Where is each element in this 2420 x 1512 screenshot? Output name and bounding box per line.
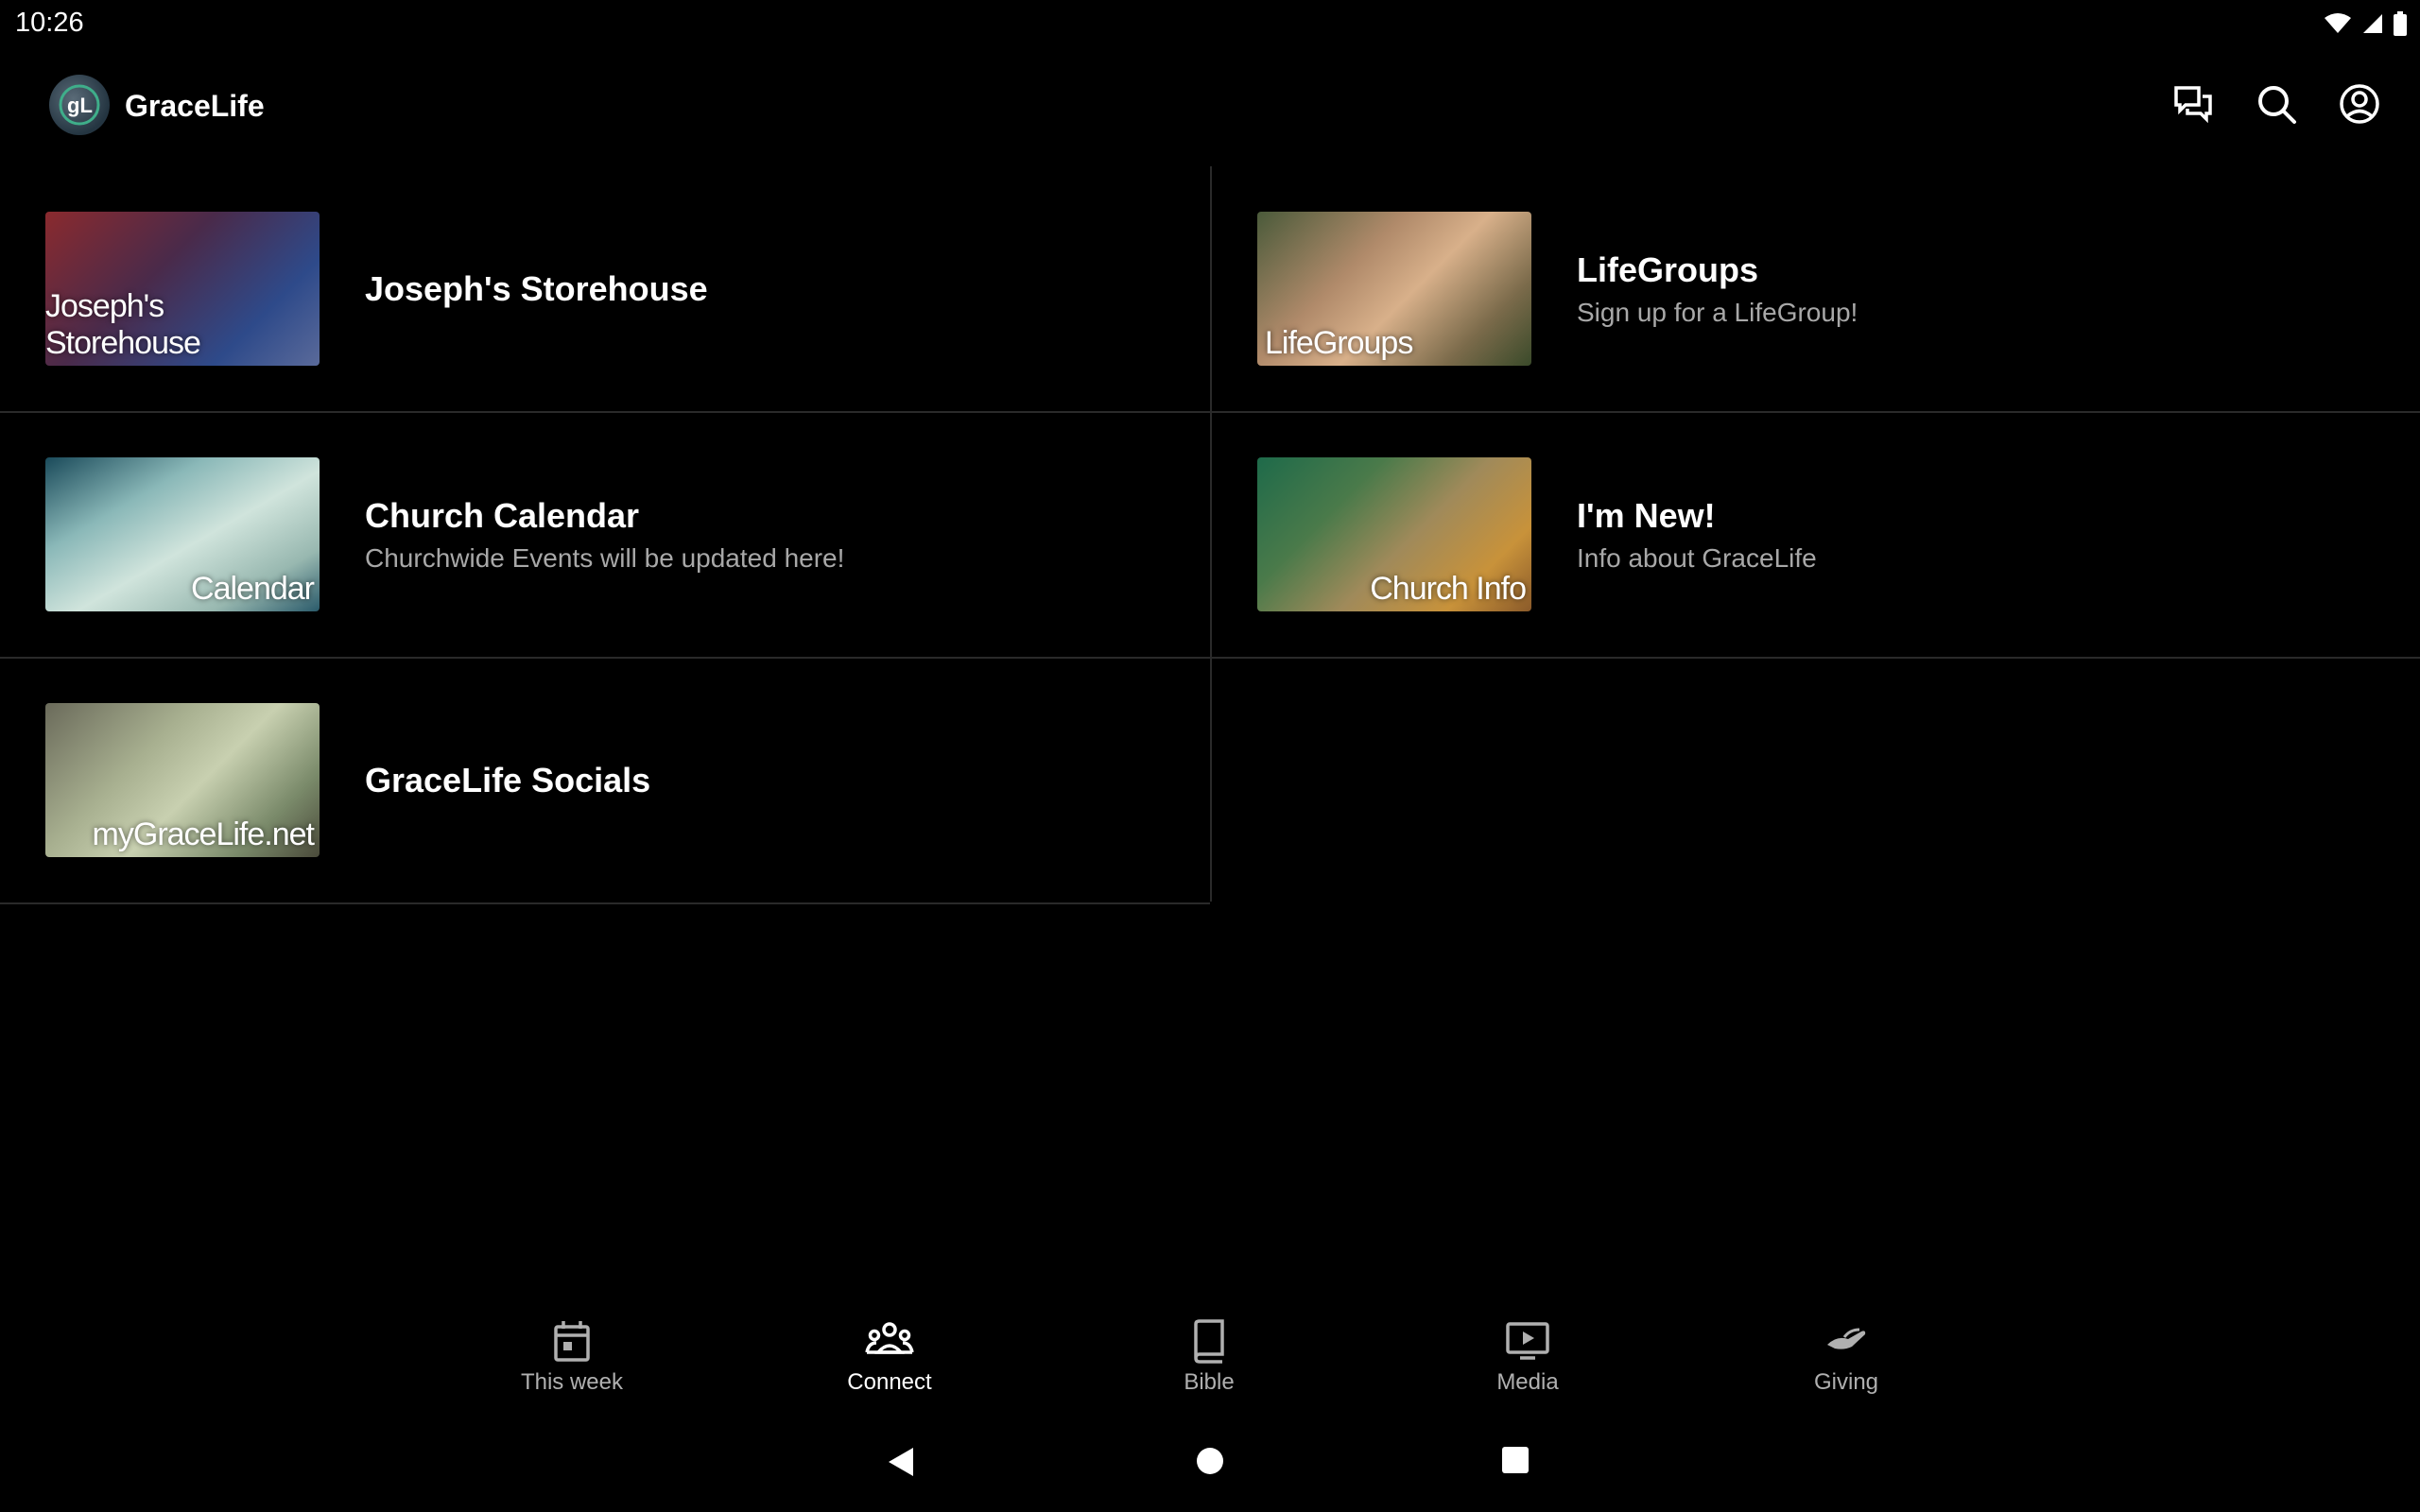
nav-bible[interactable]: Bible <box>1115 1318 1304 1396</box>
thumbnail-caption: Church Info <box>1370 571 1527 607</box>
appbar-actions <box>2170 81 2382 127</box>
tile-text: GraceLife Socials <box>365 658 650 902</box>
tile-title: GraceLife Socials <box>365 760 651 799</box>
home-button[interactable] <box>1195 1446 1225 1481</box>
chat-icon <box>2174 86 2212 124</box>
recents-button[interactable] <box>1501 1446 1530 1479</box>
thumbnail-caption: Joseph's Storehouse <box>45 288 201 361</box>
tile-text: I'm New! Info about GraceLife <box>1577 412 1817 657</box>
wifi-icon <box>2325 13 2351 33</box>
status-icons <box>2324 11 2407 36</box>
tile-title: Church Calendar <box>365 495 640 535</box>
tile-title: LifeGroups <box>1577 249 1759 289</box>
system-navigation <box>0 1436 2420 1512</box>
thumbnail-caption: Calendar <box>191 571 315 607</box>
account-button[interactable] <box>2337 81 2382 127</box>
book-icon <box>1194 1319 1224 1364</box>
back-icon <box>889 1448 913 1476</box>
thumbnail-caption: LifeGroups <box>1265 325 1413 361</box>
nav-label: This week <box>520 1369 624 1395</box>
tile-subtitle: Info about GraceLife <box>1577 542 1817 573</box>
app-logo[interactable]: gL <box>49 75 110 135</box>
tile-subtitle: Sign up for a LifeGroup! <box>1577 297 1858 327</box>
people-icon <box>865 1322 914 1354</box>
app-bar: gL GraceLife <box>0 47 2420 165</box>
media-icon <box>1506 1322 1549 1360</box>
status-time: 10:26 <box>15 8 84 38</box>
app-title: GraceLife <box>125 89 265 123</box>
tile-subtitle: Churchwide Events will be updated here! <box>365 542 845 573</box>
calendar-icon <box>554 1321 590 1362</box>
home-icon <box>1197 1448 1223 1474</box>
tile-im-new[interactable]: Church Info I'm New! Info about GraceLif… <box>1212 412 2420 659</box>
tile-thumbnail: Church Info <box>1257 457 1531 611</box>
giving-icon <box>1827 1328 1866 1349</box>
logo-text: gL <box>67 94 93 117</box>
gracelife-logo-icon: gL <box>59 84 100 126</box>
status-bar: 10:26 <box>0 0 2420 47</box>
tile-gracelife-socials[interactable]: myGraceLife.net GraceLife Socials <box>0 658 1210 904</box>
tile-lifegroups[interactable]: LifeGroups LifeGroups Sign up for a Life… <box>1212 166 2420 413</box>
search-button[interactable] <box>2254 81 2299 127</box>
nav-label: Bible <box>1184 1369 1235 1395</box>
thumbnail-caption: myGraceLife.net <box>92 816 315 852</box>
tile-thumbnail: LifeGroups <box>1257 212 1531 366</box>
search-icon <box>2258 86 2296 124</box>
account-icon <box>2340 84 2379 124</box>
nav-label: Media <box>1496 1369 1559 1395</box>
nav-label: Connect <box>847 1369 932 1395</box>
battery-icon <box>2394 11 2407 36</box>
tile-text: Joseph's Storehouse <box>365 166 708 411</box>
nav-connect[interactable]: Connect <box>795 1318 984 1396</box>
tile-church-calendar[interactable]: Calendar Church Calendar Churchwide Even… <box>0 412 1210 659</box>
tile-text: LifeGroups Sign up for a LifeGroup! <box>1577 166 1858 411</box>
nav-media[interactable]: Media <box>1433 1318 1622 1396</box>
tile-text: Church Calendar Churchwide Events will b… <box>365 412 844 657</box>
nav-this-week[interactable]: This week <box>477 1318 666 1396</box>
chat-button[interactable] <box>2170 81 2216 127</box>
nav-label: Giving <box>1813 1369 1879 1395</box>
tile-josephs-storehouse[interactable]: Joseph's Storehouse Joseph's Storehouse <box>0 166 1210 413</box>
tile-title: Joseph's Storehouse <box>365 268 708 308</box>
tile-title: I'm New! <box>1577 495 1716 535</box>
signal-icon <box>2363 14 2382 33</box>
tile-thumbnail: Calendar <box>45 457 320 611</box>
nav-giving[interactable]: Giving <box>1752 1318 1941 1396</box>
back-button[interactable] <box>885 1446 917 1483</box>
tile-thumbnail: Joseph's Storehouse <box>45 212 320 366</box>
bottom-navigation: This week Connect Bible Media Giving <box>0 1318 2420 1422</box>
tile-thumbnail: myGraceLife.net <box>45 703 320 857</box>
recents-icon <box>1502 1447 1529 1473</box>
